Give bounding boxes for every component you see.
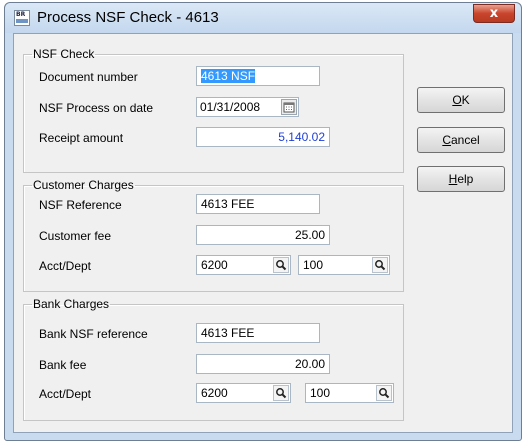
customer-charges-legend: Customer Charges [33,178,134,192]
close-icon: x [489,6,499,21]
bank-charges-group: Bank Charges Bank NSF reference 4613 FEE… [23,297,404,421]
document-number-field[interactable]: 4613 NSF [196,66,320,86]
cancel-mnemonic: C [442,133,451,147]
document-number-label: Document number [39,70,138,84]
customer-acct-lookup-button[interactable] [273,257,289,273]
bank-nsf-reference-field[interactable]: 4613 FEE [196,323,320,343]
ok-mnemonic: O [452,93,462,107]
customer-fee-label: Customer fee [39,229,112,243]
help-button[interactable]: Help [417,166,505,192]
receipt-amount-label: Receipt amount [39,131,124,145]
magnifier-icon [375,260,386,271]
magnifier-icon [276,388,287,399]
document-number-value: 4613 NSF [201,69,256,83]
bank-fee-field[interactable]: 20.00 [196,354,330,374]
nsf-reference-field[interactable]: 4613 FEE [196,194,320,214]
app-icon-text: BR [16,11,26,18]
nsf-reference-label: NSF Reference [39,198,122,212]
help-label-rest: elp [457,172,474,186]
ok-button[interactable]: OK [417,87,505,113]
bank-acct-lookup-button[interactable] [273,385,289,401]
process-date-value: 01/31/2008 [200,100,261,114]
title-bar[interactable]: BR Process NSF Check - 4613 x [5,3,521,33]
customer-dept-lookup-button[interactable] [372,257,388,273]
magnifier-icon [379,388,390,399]
customer-acct-value: 6200 [201,258,228,272]
bank-dept-value: 100 [310,386,331,400]
bank-fee-label: Bank fee [39,358,87,372]
customer-acct-dept-label: Acct/Dept [39,259,92,273]
app-icon: BR [14,10,30,26]
bank-charges-legend: Bank Charges [33,297,110,311]
magnifier-icon [276,260,287,271]
cancel-button[interactable]: Cancel [417,127,505,153]
bank-acct-field[interactable]: 6200 [196,383,291,403]
customer-dept-value: 100 [303,258,324,272]
cancel-label-rest: ancel [450,133,480,147]
window-title: Process NSF Check - 4613 [37,9,219,26]
bank-dept-field[interactable]: 100 [305,383,394,403]
customer-fee-field[interactable]: 25.00 [196,225,330,245]
nsf-check-group: NSF Check Document number 4613 NSF NSF P… [23,47,404,173]
process-date-field[interactable]: 01/31/2008 [196,97,299,117]
ok-label-rest: K [461,93,470,107]
nsf-check-legend: NSF Check [33,47,95,61]
process-date-label: NSF Process on date [39,101,154,115]
bank-nsf-reference-label: Bank NSF reference [39,327,148,341]
close-button[interactable]: x [473,4,515,23]
dialog-window: BR Process NSF Check - 4613 x NSF Check … [4,2,522,441]
dialog-body: NSF Check Document number 4613 NSF NSF P… [13,33,513,433]
bank-acct-dept-label: Acct/Dept [39,387,92,401]
receipt-amount-field[interactable]: 5,140.02 [196,127,330,147]
customer-dept-field[interactable]: 100 [298,255,390,275]
bank-dept-lookup-button[interactable] [376,385,392,401]
customer-acct-field[interactable]: 6200 [196,255,291,275]
bank-acct-value: 6200 [201,386,228,400]
calendar-icon [283,102,295,113]
customer-charges-group: Customer Charges NSF Reference 4613 FEE … [23,178,404,292]
calendar-button[interactable] [281,99,297,115]
